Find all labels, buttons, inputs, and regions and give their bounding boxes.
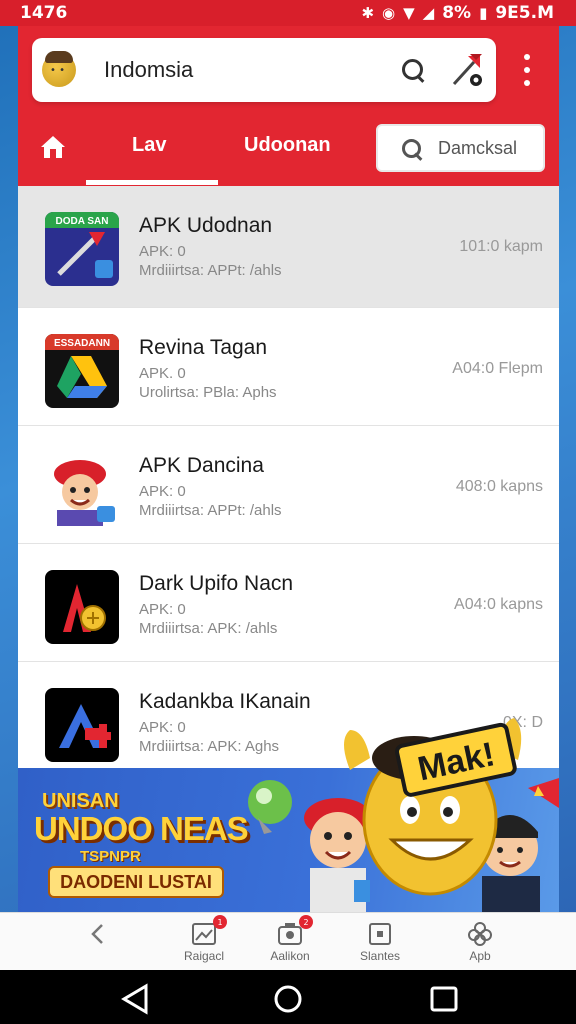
- sync-icon: ◉: [382, 4, 396, 22]
- app-title: Dark Upifo Nacn: [139, 572, 294, 595]
- app-list: DODA SAN APK Udodnan APK: 0 Mrdiiirtsa: …: [18, 186, 559, 770]
- nav-label: Aalikon: [270, 949, 310, 963]
- search-bar-title[interactable]: Indomsia: [104, 57, 400, 83]
- dart-logo-icon[interactable]: [448, 52, 484, 88]
- search-icon: [400, 137, 422, 159]
- app-subtitle: APK: 0: [139, 601, 186, 618]
- square-icon: [367, 921, 393, 947]
- app-subtitle: APK: 0: [139, 719, 186, 736]
- app-size: A04:0 kapns: [454, 596, 543, 613]
- mascot-illustration: Mak!: [344, 718, 522, 896]
- nav-raigacl[interactable]: 1 Raigacl: [164, 915, 244, 971]
- app-details: Mrdiiirtsa: APPt: /ahls: [139, 262, 282, 279]
- bluetooth-icon: ✱: [361, 4, 375, 22]
- app-icon-drive: ESSADANN: [45, 334, 119, 408]
- app-subtitle: APK: 0: [139, 483, 186, 500]
- back-chevron-icon[interactable]: [85, 921, 111, 947]
- app-title: APK Dancina: [139, 454, 264, 477]
- nav-label: Raigacl: [183, 949, 225, 963]
- app-details: Urolirtsa: PBla: Aphs: [139, 384, 277, 401]
- app-icon-triangle: [45, 688, 119, 762]
- camera-icon: 2: [277, 915, 313, 947]
- flower-icon: [467, 921, 493, 947]
- status-time: 1476: [20, 3, 68, 23]
- app-icon-label: DODA SAN: [56, 216, 109, 227]
- list-item[interactable]: APK Dancina APK: 0 Mrdiiirtsa: APPt: /ah…: [18, 426, 559, 544]
- home-icon[interactable]: [38, 132, 68, 162]
- wifi-icon: ▼: [403, 4, 415, 22]
- nav-aalikon[interactable]: 2 Aalikon: [250, 915, 330, 971]
- app-title: APK Udodnan: [139, 214, 273, 237]
- signal-icon: ◢: [422, 4, 435, 22]
- system-back-icon: [121, 983, 148, 1015]
- app-icon-dart: DODA SAN: [45, 212, 119, 286]
- list-item[interactable]: DODA SAN APK Udodnan APK: 0 Mrdiiirtsa: …: [18, 186, 559, 308]
- system-nav-bar: [0, 970, 576, 1024]
- banner-headline: UNDOO NEAS: [34, 810, 249, 847]
- banner-cta-button[interactable]: DAODENI LUSTAI: [48, 866, 224, 898]
- app-details: Mrdiiirtsa: APPt: /ahls: [139, 502, 282, 519]
- tab-udoonan[interactable]: Udoonan: [244, 134, 331, 157]
- app-subtitle: APK. 0: [139, 365, 186, 382]
- bottom-nav: 1 Raigacl 2 Aalikon Slantes Apb: [0, 912, 576, 970]
- app-window: Indomsia Lav: [18, 26, 559, 770]
- nav-back[interactable]: [58, 921, 138, 971]
- list-item[interactable]: ESSADANN Revina Tagan APK. 0 Urolirtsa: …: [18, 308, 559, 426]
- battery-icon: ▮: [479, 4, 488, 22]
- overflow-menu-icon[interactable]: [518, 54, 536, 86]
- battery-percent: 8%: [442, 3, 472, 23]
- app-size: A04:0 Flepm: [452, 360, 543, 377]
- status-clock-right: 9E5.M: [495, 3, 554, 23]
- nav-label: Apb: [469, 949, 491, 963]
- app-details: Mrdiiirtsa: APK: /ahls: [139, 620, 278, 637]
- nav-slantes[interactable]: Slantes: [340, 921, 420, 971]
- notification-badge: 1: [213, 915, 227, 929]
- tab-lav[interactable]: Lav: [132, 134, 166, 157]
- secondary-search-placeholder: Damcksal: [438, 137, 518, 158]
- app-icon-letter-a: [45, 570, 119, 644]
- active-tab-indicator: [86, 180, 218, 185]
- system-home-icon: [274, 985, 302, 1013]
- gallery-icon: 1: [191, 915, 227, 947]
- app-title: Revina Tagan: [139, 336, 268, 359]
- app-subtitle: APK: 0: [139, 243, 186, 260]
- app-size: 408:0 kapns: [455, 478, 543, 495]
- notification-badge: 2: [299, 915, 313, 929]
- status-bar: 1476 ✱ ◉ ▼ ◢ 8% ▮ 9E5.M: [0, 0, 576, 26]
- system-recents-icon: [430, 986, 458, 1012]
- top-search-bar[interactable]: Indomsia: [32, 38, 496, 102]
- avatar-icon[interactable]: [42, 51, 76, 87]
- tab-bar: Lav Udoonan Damcksal: [18, 122, 559, 186]
- list-item[interactable]: Dark Upifo Nacn APK: 0 Mrdiiirtsa: APK: …: [18, 544, 559, 662]
- app-details: Mrdiiirtsa: APK: Aghs: [139, 738, 280, 755]
- app-title: Kadankba IKanain: [139, 690, 311, 713]
- nav-apb[interactable]: Apb: [440, 921, 520, 971]
- banner-subheadline: TSPNPR: [80, 848, 141, 865]
- secondary-search-box[interactable]: Damcksal: [376, 124, 545, 172]
- app-size: 101:0 kapm: [459, 238, 543, 255]
- nav-label: Slantes: [359, 949, 401, 963]
- app-icon-label: ESSADANN: [54, 338, 110, 349]
- app-header: Indomsia Lav: [18, 26, 559, 186]
- app-icon-character: [45, 452, 119, 526]
- search-icon[interactable]: [400, 57, 426, 83]
